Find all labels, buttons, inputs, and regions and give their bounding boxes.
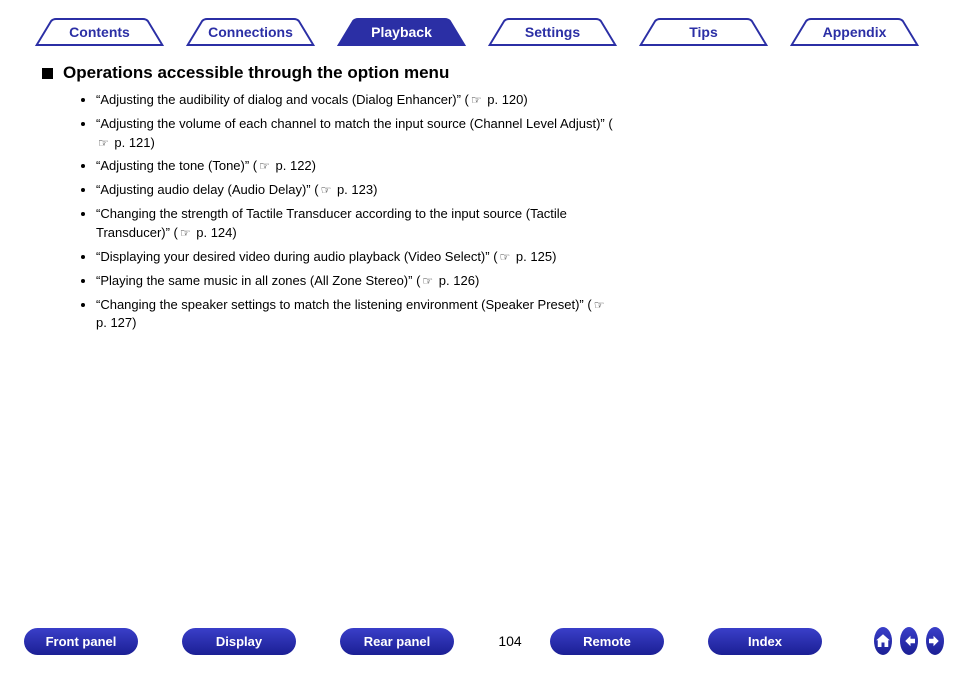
rear-panel-button[interactable]: Rear panel — [340, 628, 454, 655]
item-tail: ) — [523, 92, 527, 107]
tab-tips[interactable]: Tips — [631, 18, 776, 46]
next-page-button[interactable] — [926, 627, 944, 655]
item-tail: ) — [475, 273, 479, 288]
item-text: “Displaying your desired video during au… — [96, 249, 498, 264]
tab-label: Settings — [480, 18, 625, 46]
item-page-ref: p. 124 — [193, 225, 233, 240]
tab-appendix[interactable]: Appendix — [782, 18, 927, 46]
item-page-ref: p. 120 — [484, 92, 524, 107]
section-heading: Operations accessible through the option… — [63, 62, 449, 85]
list-item[interactable]: “Changing the strength of Tactile Transd… — [96, 205, 616, 243]
list-item[interactable]: “Changing the speaker settings to match … — [96, 296, 616, 334]
item-tail: ) — [312, 158, 316, 173]
tab-contents[interactable]: Contents — [27, 18, 172, 46]
front-panel-button[interactable]: Front panel — [24, 628, 138, 655]
page-number: 104 — [492, 633, 528, 649]
list-item[interactable]: “Adjusting the tone (Tone)” (☞ p. 122) — [96, 157, 616, 176]
item-text: “Playing the same music in all zones (Al… — [96, 273, 420, 288]
item-tail: ) — [132, 315, 136, 330]
item-text: “Changing the speaker settings to match … — [96, 297, 592, 312]
pointer-icon: ☞ — [471, 92, 482, 109]
item-tail: ) — [151, 135, 155, 150]
remote-button[interactable]: Remote — [550, 628, 664, 655]
manual-page: Contents Connections Playback Settings T… — [0, 0, 954, 673]
item-page-ref: p. 122 — [272, 158, 312, 173]
prev-page-button[interactable] — [900, 627, 918, 655]
option-menu-list: “Adjusting the audibility of dialog and … — [96, 91, 616, 333]
item-text: “Changing the strength of Tactile Transd… — [96, 206, 567, 240]
list-item[interactable]: “Adjusting audio delay (Audio Delay)” (☞… — [96, 181, 616, 200]
section-heading-row: Operations accessible through the option… — [42, 62, 930, 85]
item-text: “Adjusting the audibility of dialog and … — [96, 92, 469, 107]
item-page-ref: p. 127 — [96, 315, 132, 330]
item-tail: ) — [552, 249, 556, 264]
pointer-icon: ☞ — [594, 297, 605, 314]
tab-label: Playback — [329, 18, 474, 46]
pointer-icon: ☞ — [422, 273, 433, 290]
item-page-ref: p. 126 — [435, 273, 475, 288]
home-icon — [874, 632, 892, 650]
tab-label: Contents — [27, 18, 172, 46]
display-button[interactable]: Display — [182, 628, 296, 655]
list-item[interactable]: “Adjusting the audibility of dialog and … — [96, 91, 616, 110]
tab-label: Appendix — [782, 18, 927, 46]
bottom-bar: Front panel Display Rear panel 104 Remote I… — [0, 627, 954, 655]
tab-playback[interactable]: Playback — [329, 18, 474, 46]
home-button[interactable] — [874, 627, 892, 655]
list-item[interactable]: “Playing the same music in all zones (Al… — [96, 272, 616, 291]
pointer-icon: ☞ — [500, 249, 511, 266]
tab-connections[interactable]: Connections — [178, 18, 323, 46]
item-text: “Adjusting the tone (Tone)” ( — [96, 158, 257, 173]
pointer-icon: ☞ — [321, 182, 332, 199]
tab-label: Connections — [178, 18, 323, 46]
item-tail: ) — [232, 225, 236, 240]
tab-label: Tips — [631, 18, 776, 46]
item-text: “Adjusting audio delay (Audio Delay)” ( — [96, 182, 319, 197]
arrow-left-icon — [900, 632, 918, 650]
pointer-icon: ☞ — [259, 158, 270, 175]
item-page-ref: p. 125 — [512, 249, 552, 264]
tab-settings[interactable]: Settings — [480, 18, 625, 46]
pointer-icon: ☞ — [98, 135, 109, 152]
arrow-right-icon — [926, 632, 944, 650]
square-bullet-icon — [42, 68, 53, 79]
item-page-ref: p. 123 — [333, 182, 373, 197]
item-tail: ) — [373, 182, 377, 197]
list-item[interactable]: “Displaying your desired video during au… — [96, 248, 616, 267]
item-text: “Adjusting the volume of each channel to… — [96, 116, 613, 131]
index-button[interactable]: Index — [708, 628, 822, 655]
pointer-icon: ☞ — [180, 225, 191, 242]
top-tabs: Contents Connections Playback Settings T… — [24, 18, 930, 46]
item-page-ref: p. 121 — [111, 135, 151, 150]
list-item[interactable]: “Adjusting the volume of each channel to… — [96, 115, 616, 153]
